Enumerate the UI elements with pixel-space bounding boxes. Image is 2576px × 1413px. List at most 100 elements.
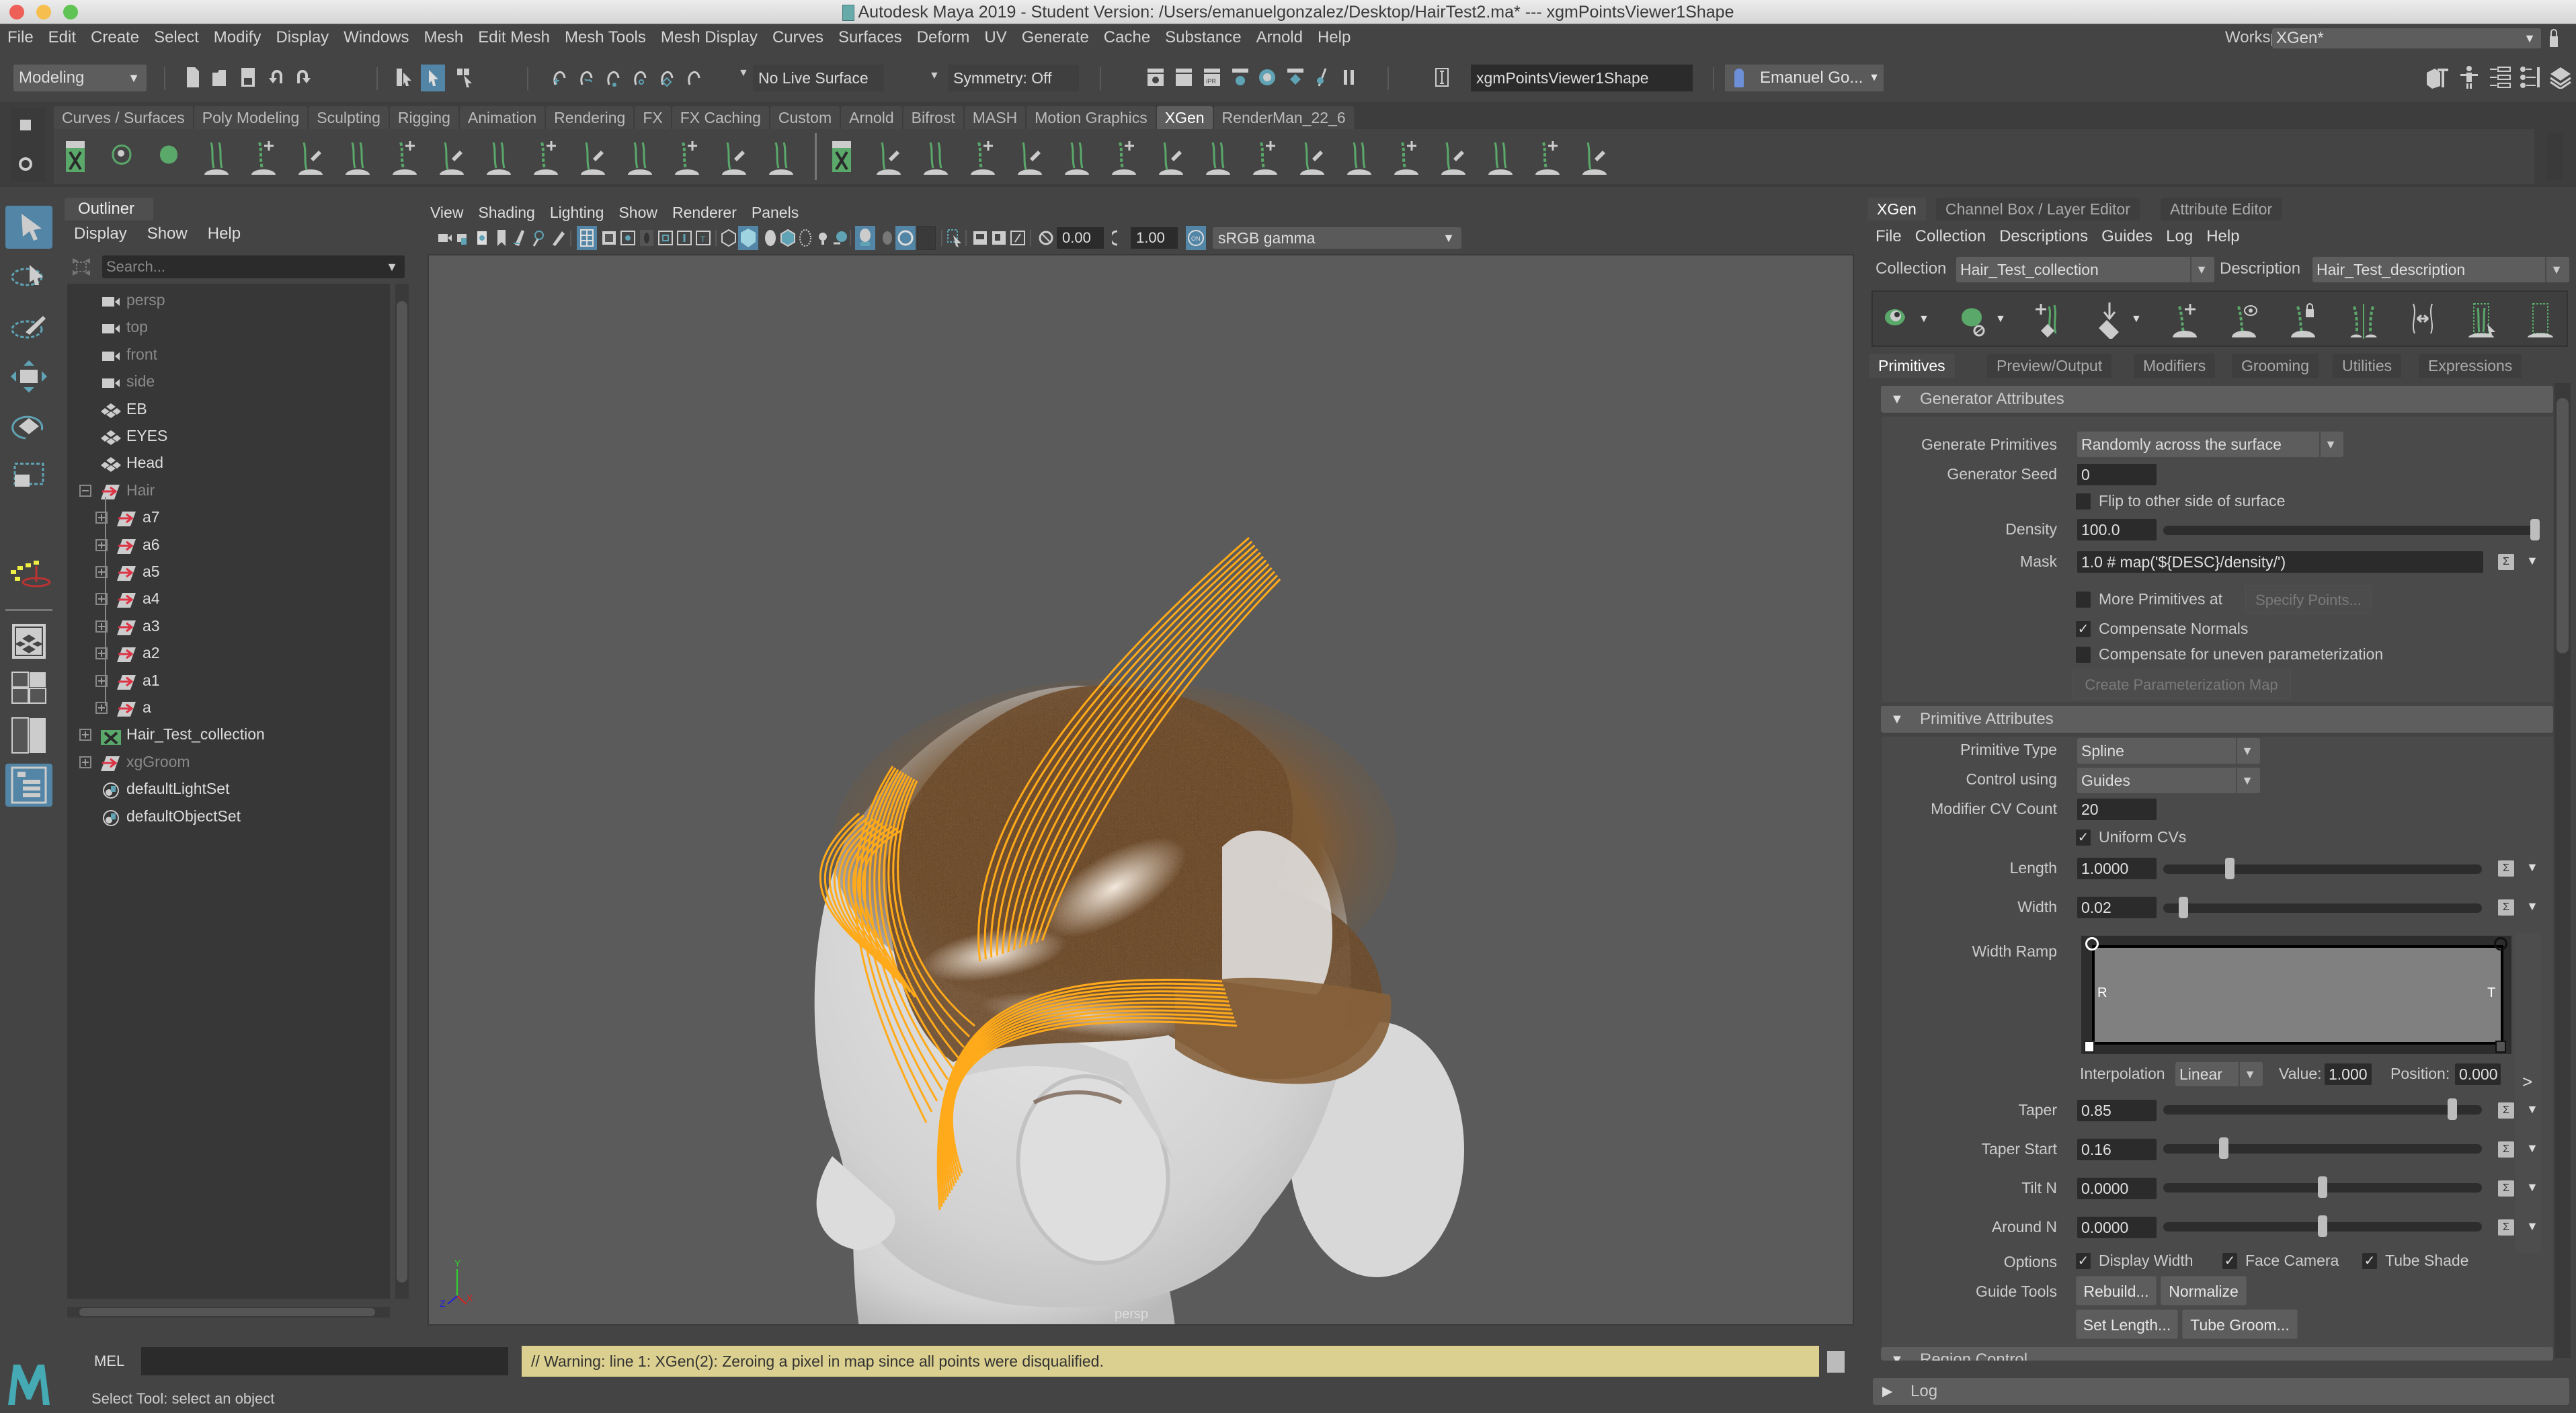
exposure-icon[interactable] bbox=[1038, 229, 1054, 247]
single-perspective-view-button[interactable] bbox=[5, 620, 52, 663]
log-section[interactable]: ▶ Log bbox=[1873, 1378, 2569, 1405]
menu-select[interactable]: Select bbox=[147, 24, 206, 51]
menu-uv[interactable]: UV bbox=[977, 24, 1014, 51]
place-primitives-icon[interactable] bbox=[2095, 301, 2124, 339]
attribute-editor-toggle-icon[interactable] bbox=[2489, 66, 2511, 89]
default-material-icon[interactable] bbox=[762, 229, 778, 247]
expression-editor-icon[interactable]: Σ bbox=[2498, 1102, 2514, 1119]
cut-icon[interactable] bbox=[1015, 138, 1045, 175]
menu-create[interactable]: Create bbox=[83, 24, 147, 51]
outliner-item[interactable]: a bbox=[67, 694, 390, 721]
place-guides-icon[interactable] bbox=[249, 138, 278, 175]
lasso-tool-button[interactable] bbox=[5, 255, 52, 298]
tab-utilities[interactable]: Utilities bbox=[2333, 354, 2402, 378]
slider-knob[interactable] bbox=[2448, 1098, 2458, 1120]
user-account-button[interactable]: Emanuel Go... ▼ bbox=[1725, 65, 1884, 91]
outliner-item[interactable]: xgGroom bbox=[67, 748, 390, 775]
outliner-item[interactable]: top bbox=[67, 313, 390, 340]
outliner-horizontal-scrollbar[interactable] bbox=[67, 1307, 390, 1318]
select-tool-button[interactable] bbox=[5, 206, 52, 249]
chevron-down-icon[interactable]: ▼ bbox=[2526, 1180, 2538, 1195]
move-tool-button[interactable] bbox=[5, 355, 52, 398]
slider-knob[interactable] bbox=[2179, 897, 2188, 918]
chevron-down-icon[interactable]: ▼ bbox=[2526, 1219, 2538, 1234]
live-surface-field[interactable]: No Live Surface bbox=[753, 65, 884, 91]
grid-toggle-button[interactable] bbox=[577, 226, 597, 250]
tube-icon[interactable] bbox=[1439, 138, 1468, 175]
ramp-handle-start[interactable] bbox=[2085, 937, 2099, 951]
add-guides-icon[interactable] bbox=[202, 138, 231, 175]
add-descriptions-icon[interactable] bbox=[827, 138, 856, 175]
xray-icon[interactable] bbox=[972, 229, 988, 247]
color-management-toggle[interactable]: ON bbox=[1186, 226, 1206, 250]
menu-set-select[interactable]: Modeling ▼ bbox=[13, 65, 147, 91]
menu-generate[interactable]: Generate bbox=[1014, 24, 1096, 51]
symmetry-field[interactable]: Symmetry: Off bbox=[948, 65, 1079, 91]
select-hierarchy-icon[interactable] bbox=[394, 66, 414, 89]
slider-knob[interactable] bbox=[2318, 1176, 2327, 1198]
outliner-item[interactable]: Head bbox=[67, 449, 390, 476]
outliner-menu-display[interactable]: Display bbox=[74, 220, 127, 247]
two-d-pan-zoom-icon[interactable] bbox=[531, 229, 547, 247]
safe-title-icon[interactable]: T bbox=[695, 229, 711, 247]
face-camera-checkbox[interactable]: ✓ bbox=[2222, 1253, 2237, 1269]
outliner-item[interactable]: front bbox=[67, 341, 390, 368]
menu-mesh-display[interactable]: Mesh Display bbox=[653, 24, 765, 51]
width-ramp-editor[interactable]: R T bbox=[2081, 936, 2511, 1054]
gamma-field[interactable]: 1.00 bbox=[1131, 227, 1178, 249]
outliner-search-input[interactable]: Search... ▼ bbox=[102, 255, 405, 278]
deselect-guides-icon[interactable] bbox=[2526, 301, 2556, 339]
menu-file[interactable]: File bbox=[0, 24, 41, 51]
chevron-down-icon[interactable]: ▼ bbox=[1995, 313, 2006, 325]
expression-editor-icon[interactable]: Σ bbox=[2498, 860, 2514, 877]
outliner-layout-button[interactable] bbox=[5, 764, 52, 807]
freeze-icon[interactable] bbox=[1156, 138, 1186, 175]
around-n-field[interactable]: 0.0000 bbox=[2077, 1217, 2157, 1238]
lock-guide-icon[interactable] bbox=[390, 138, 419, 175]
set-length-button[interactable]: Set Length... bbox=[2076, 1309, 2178, 1339]
expression-editor-icon[interactable]: Σ bbox=[2498, 899, 2514, 916]
noise-icon[interactable] bbox=[1203, 138, 1233, 175]
channel-box-toggle-icon[interactable] bbox=[2549, 66, 2572, 89]
sculpt-brush-icon[interactable] bbox=[968, 138, 998, 175]
length-field[interactable]: 1.0000 bbox=[2077, 858, 2157, 879]
pause-icon[interactable] bbox=[1339, 66, 1359, 89]
command-input[interactable] bbox=[141, 1347, 508, 1375]
modeling-toolkit-icon[interactable] bbox=[2425, 66, 2448, 89]
guide-length-icon[interactable] bbox=[531, 138, 561, 175]
menu-substance[interactable]: Substance bbox=[1158, 24, 1248, 51]
select-guide-icon[interactable] bbox=[578, 138, 608, 175]
grow-icon[interactable] bbox=[874, 138, 903, 175]
xgen-menu-descriptions[interactable]: Descriptions bbox=[1999, 223, 2088, 250]
outliner-item[interactable]: persp bbox=[67, 286, 390, 313]
chevron-down-icon[interactable]: ▼ bbox=[2526, 860, 2538, 875]
show-guide-icon[interactable] bbox=[343, 138, 372, 175]
tab-expressions[interactable]: Expressions bbox=[2419, 354, 2522, 378]
tab-channel-box[interactable]: Channel Box / Layer Editor bbox=[1936, 198, 2140, 220]
description-select[interactable]: Hair_Test_description ▼ bbox=[2312, 257, 2569, 282]
collapse-icon[interactable] bbox=[79, 484, 91, 497]
tab-attribute-editor[interactable]: Attribute Editor bbox=[2161, 198, 2282, 220]
chevron-down-icon[interactable]: ▼ bbox=[738, 67, 749, 79]
tab-modifiers[interactable]: Modifiers bbox=[2134, 354, 2216, 378]
part-icon[interactable] bbox=[1297, 138, 1327, 175]
chevron-down-icon[interactable]: ▼ bbox=[929, 70, 940, 82]
shelf-tab-custom[interactable]: Custom bbox=[770, 106, 840, 129]
scrollbar-thumb[interactable] bbox=[2557, 398, 2569, 653]
gate-mask-icon[interactable] bbox=[639, 229, 655, 247]
save-scene-icon[interactable] bbox=[238, 66, 258, 89]
slider-knob[interactable] bbox=[2530, 519, 2540, 540]
xgen-menu-collection[interactable]: Collection bbox=[1915, 223, 1986, 250]
menu-display[interactable]: Display bbox=[268, 24, 336, 51]
grease-pencil-icon[interactable] bbox=[550, 229, 566, 247]
gamma-icon[interactable] bbox=[1112, 229, 1128, 247]
chevron-down-icon[interactable]: ▼ bbox=[2526, 1141, 2538, 1156]
length-slider[interactable] bbox=[2163, 858, 2482, 879]
viewport-menu-panels[interactable]: Panels bbox=[752, 200, 799, 225]
around-n-slider[interactable] bbox=[2163, 1215, 2482, 1237]
chevron-down-icon[interactable]: ▼ bbox=[2526, 899, 2538, 914]
width-slider[interactable] bbox=[2163, 897, 2482, 918]
snap-grid-icon[interactable] bbox=[550, 66, 570, 89]
render-view-icon[interactable] bbox=[1230, 66, 1250, 89]
smooth-icon[interactable] bbox=[1062, 138, 1092, 175]
